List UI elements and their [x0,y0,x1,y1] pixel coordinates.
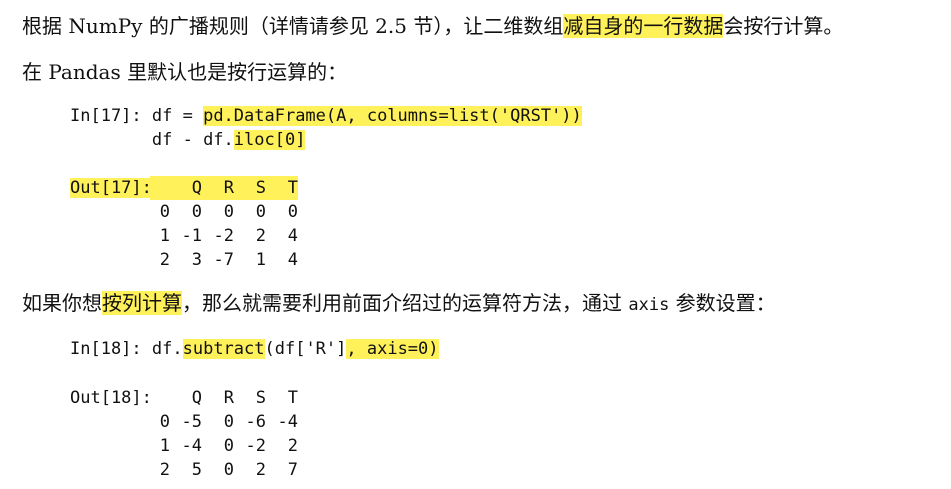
in-prompt: In[17]: [70,106,152,126]
column-header: R [223,388,234,408]
out-prompt-18: Out[18]: [70,386,152,410]
code-highlight: iloc[0] [233,130,306,150]
table-cell: 7 [287,460,298,480]
table-cell: 5 [191,460,202,480]
table-cell: -4 [181,436,202,456]
table-cell: 0 [223,202,234,222]
table-cell: 3 [191,250,202,270]
table-cell: 2 [255,460,266,480]
code-highlight: pd.DataFrame(A, columns=list('QRST')) [203,106,582,126]
table-row: 1 -1 -2 2 4 [150,224,298,248]
table-cell: 0 [223,412,234,432]
table-cell: -2 [245,436,266,456]
column-header: T [287,388,298,408]
table-cell: -4 [277,412,298,432]
row-index: 0 [159,412,170,432]
column-header: S [234,176,266,200]
paragraph-text: ，那么就需要利用前面介绍过的运算符方法，通过 [182,291,629,315]
code-text: (df['R'] [264,339,347,359]
table-row: 2 5 0 2 7 [150,458,298,482]
column-header: Q [170,176,202,200]
out-prompt-17: Out[17]: [70,176,152,200]
row-index: 2 [159,460,170,480]
code-input-18: In[18]: df.subtract(df['R'], axis=0) [70,337,439,361]
table-cell: 0 [287,202,298,222]
dataframe-output-18: Q R S T 0 -5 0 -6 -4 1 -4 0 -2 2 2 5 0 2… [150,386,298,482]
highlighted-phrase: 按列计算 [102,291,182,315]
in-prompt: In[18]: [70,339,152,359]
column-header: R [202,176,234,200]
table-cell: -2 [213,226,234,246]
highlighted-phrase: 减自身的一行数据 [563,14,724,38]
code-text: df = [151,106,204,126]
paragraph-text: 根据 NumPy 的广播规则（详情请参见 2.5 节），让二维数组 [22,14,564,38]
column-header: Q [191,388,202,408]
table-row: 0 -5 0 -6 -4 [150,410,298,434]
row-index: 1 [159,436,170,456]
code-text: df - df. [151,130,234,150]
table-cell: 0 [255,202,266,222]
table-cell: 4 [287,250,298,270]
paragraph-text: 参数设置： [669,291,776,315]
inline-code: axis [628,295,670,315]
table-cell: 1 [255,250,266,270]
code-highlight: subtract [182,339,265,359]
out-prompt: Out[18]: [70,388,152,408]
table-header-row: Q R S T [150,386,298,410]
paragraph-text: 如果你想 [22,291,102,315]
column-header: S [255,388,266,408]
paragraph-column-op: 如果你想按列计算，那么就需要利用前面介绍过的运算符方法，通过 axis 参数设置… [22,289,776,319]
out-prompt: Out[17]: [70,178,152,198]
table-cell: 0 [223,436,234,456]
table-cell: 2 [287,436,298,456]
table-row: 2 3 -7 1 4 [150,248,298,272]
code-highlight: , axis=0) [346,339,439,359]
table-cell: -6 [245,412,266,432]
paragraph-text: 会按行计算。 [723,14,844,38]
code-text: df. [151,339,183,359]
index-header [150,386,170,410]
paragraph-broadcast-rule: 根据 NumPy 的广播规则（详情请参见 2.5 节），让二维数组减自身的一行数… [22,12,843,40]
row-index: 1 [159,226,170,246]
paragraph-pandas-default: 在 Pandas 里默认也是按行运算的： [22,58,347,86]
row-index: 0 [159,202,170,222]
paragraph-text: 在 Pandas 里默认也是按行运算的： [22,60,348,84]
code-input-17: In[17]: df = pd.DataFrame(A, columns=lis… [70,104,582,152]
table-cell: 2 [255,226,266,246]
table-cell: 0 [223,460,234,480]
column-header: T [266,176,298,200]
table-cell: -5 [181,412,202,432]
table-row: 0 0 0 0 0 [150,200,298,224]
row-index: 2 [159,250,170,270]
table-cell: -1 [181,226,202,246]
dataframe-output-17: Q R S T 0 0 0 0 0 1 -1 -2 2 4 2 3 -7 1 4 [150,176,298,272]
table-cell: 0 [191,202,202,222]
table-cell: -7 [213,250,234,270]
table-header-row: Q R S T [150,176,298,200]
table-row: 1 -4 0 -2 2 [150,434,298,458]
index-header [150,176,170,200]
table-cell: 4 [287,226,298,246]
